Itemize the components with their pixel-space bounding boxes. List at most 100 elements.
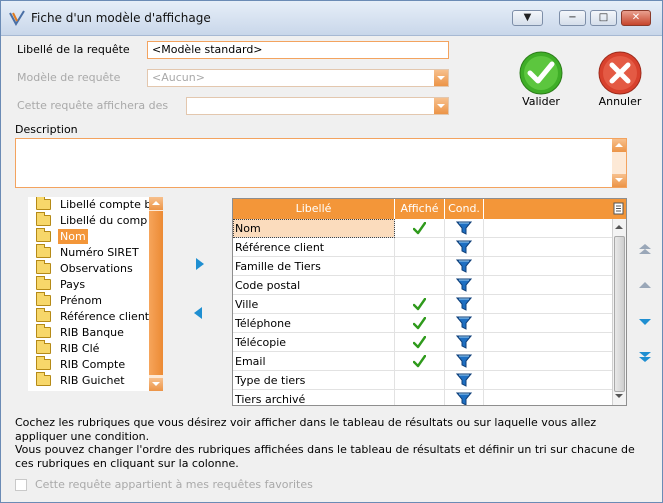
chevron-down-icon bbox=[434, 70, 448, 86]
cell-affiche[interactable] bbox=[395, 276, 445, 295]
minimize-icon: − bbox=[568, 12, 577, 23]
modele-select[interactable]: <Aucun> bbox=[147, 69, 449, 87]
table-row[interactable]: Code postal bbox=[233, 276, 612, 295]
folder-icon bbox=[36, 197, 51, 210]
cell-cond[interactable] bbox=[445, 333, 484, 352]
scroll-up-icon[interactable] bbox=[614, 221, 625, 234]
cell-libelle[interactable]: Email bbox=[233, 352, 395, 371]
scroll-up-icon[interactable] bbox=[149, 197, 163, 210]
move-bottom-icon[interactable] bbox=[638, 350, 652, 364]
cell-cond[interactable] bbox=[445, 295, 484, 314]
cell-cond[interactable] bbox=[445, 219, 484, 238]
cell-libelle[interactable]: Référence client bbox=[233, 238, 395, 257]
help-line-1: Cochez les rubriques que vous désirez vo… bbox=[15, 416, 597, 443]
cell-libelle[interactable]: Téléphone bbox=[233, 314, 395, 333]
table-row[interactable]: Téléphone bbox=[233, 314, 612, 333]
column-cond[interactable]: Cond. bbox=[445, 199, 484, 219]
cell-affiche[interactable] bbox=[395, 314, 445, 333]
tree-scroll-thumb[interactable] bbox=[149, 211, 163, 375]
cell-libelle[interactable]: Famille de Tiers bbox=[233, 257, 395, 276]
table-row[interactable]: Email bbox=[233, 352, 612, 371]
folder-icon bbox=[36, 276, 51, 290]
cell-libelle[interactable]: Télécopie bbox=[233, 333, 395, 352]
cell-empty bbox=[484, 238, 612, 257]
maximize-icon: □ bbox=[598, 12, 609, 23]
table-row[interactable]: Tiers archivé bbox=[233, 390, 612, 405]
checkmark-icon bbox=[519, 51, 563, 95]
scroll-down-icon[interactable] bbox=[612, 174, 626, 187]
selected-fields-grid: Libellé Affiché Cond. Nom Référence clien… bbox=[232, 198, 627, 406]
cell-cond[interactable] bbox=[445, 371, 484, 390]
favorite-checkbox[interactable] bbox=[15, 479, 27, 491]
tree-item-label: RIB Guichet bbox=[60, 374, 125, 387]
column-libelle[interactable]: Libellé bbox=[233, 199, 395, 219]
grid-scroll-thumb[interactable] bbox=[614, 236, 625, 392]
tree-scrollbar[interactable] bbox=[149, 197, 163, 391]
cell-cond[interactable] bbox=[445, 238, 484, 257]
move-down-icon[interactable] bbox=[638, 315, 652, 329]
scroll-up-icon[interactable] bbox=[612, 139, 626, 152]
cell-cond[interactable] bbox=[445, 314, 484, 333]
window-menu-button[interactable]: ▼ bbox=[512, 10, 543, 26]
title-bar[interactable]: Fiche d'un modèle d'affichage ▼ − □ ✕ bbox=[1, 1, 662, 36]
valider-button[interactable]: Valider bbox=[511, 51, 571, 111]
annuler-button[interactable]: Annuler bbox=[590, 51, 650, 111]
arrow-left-icon[interactable] bbox=[192, 306, 204, 320]
scroll-down-icon[interactable] bbox=[149, 378, 163, 391]
app-icon bbox=[9, 10, 25, 26]
description-scrollbar[interactable] bbox=[612, 139, 626, 187]
table-row[interactable]: Référence client bbox=[233, 238, 612, 257]
cell-empty bbox=[484, 276, 612, 295]
folder-icon bbox=[36, 244, 51, 258]
description-textarea[interactable] bbox=[15, 138, 627, 188]
cell-affiche[interactable] bbox=[395, 390, 445, 405]
cell-affiche[interactable] bbox=[395, 371, 445, 390]
affichera-label: Cette requête affichera des bbox=[17, 99, 169, 112]
tree-item-label: Numéro SIRET bbox=[60, 246, 139, 259]
grid-scrollbar[interactable] bbox=[612, 219, 626, 405]
folder-icon bbox=[36, 356, 51, 370]
arrow-right-icon[interactable] bbox=[194, 257, 206, 271]
cell-affiche[interactable] bbox=[395, 352, 445, 371]
maximize-button[interactable]: □ bbox=[590, 10, 617, 26]
move-up-icon[interactable] bbox=[638, 278, 652, 292]
modele-value: <Aucun> bbox=[152, 71, 205, 84]
cell-affiche[interactable] bbox=[395, 333, 445, 352]
column-affiche[interactable]: Affiché bbox=[395, 199, 445, 219]
cell-cond[interactable] bbox=[445, 390, 484, 405]
folder-icon bbox=[36, 340, 51, 354]
table-row[interactable]: Type de tiers bbox=[233, 371, 612, 390]
scroll-down-icon[interactable] bbox=[614, 390, 625, 403]
minimize-button[interactable]: − bbox=[559, 10, 586, 26]
cell-empty bbox=[484, 333, 612, 352]
table-row[interactable]: Télécopie bbox=[233, 333, 612, 352]
cell-affiche[interactable] bbox=[395, 219, 445, 238]
cell-affiche[interactable] bbox=[395, 238, 445, 257]
libelle-input[interactable]: <Modèle standard> bbox=[147, 41, 449, 59]
column-config-button[interactable] bbox=[612, 199, 626, 219]
cell-cond[interactable] bbox=[445, 257, 484, 276]
tree-item-label: Prénom bbox=[60, 294, 102, 307]
table-row[interactable]: Nom bbox=[233, 219, 612, 238]
cell-libelle[interactable]: Code postal bbox=[233, 276, 395, 295]
move-top-icon[interactable] bbox=[638, 243, 652, 257]
tree-item-label: Pays bbox=[60, 278, 86, 291]
help-line-2: Vous pouvez changer l'ordre des rubrique… bbox=[15, 443, 635, 470]
cell-libelle[interactable]: Nom bbox=[233, 219, 395, 238]
close-window-button[interactable]: ✕ bbox=[621, 10, 651, 26]
column-config-icon bbox=[613, 202, 624, 215]
cell-empty bbox=[484, 295, 612, 314]
cell-affiche[interactable] bbox=[395, 257, 445, 276]
cell-empty bbox=[484, 314, 612, 333]
cell-libelle[interactable]: Ville bbox=[233, 295, 395, 314]
cell-affiche[interactable] bbox=[395, 295, 445, 314]
query-template-window: Fiche d'un modèle d'affichage ▼ − □ ✕ Li… bbox=[0, 0, 663, 503]
cell-cond[interactable] bbox=[445, 276, 484, 295]
cell-cond[interactable] bbox=[445, 352, 484, 371]
cell-libelle[interactable]: Tiers archivé bbox=[233, 390, 395, 405]
affichera-select[interactable] bbox=[186, 97, 449, 115]
cell-libelle[interactable]: Type de tiers bbox=[233, 371, 395, 390]
table-row[interactable]: Ville bbox=[233, 295, 612, 314]
available-fields-tree[interactable]: Libellé compte b Libellé du comp Nom Numéro… bbox=[28, 197, 163, 391]
table-row[interactable]: Famille de Tiers bbox=[233, 257, 612, 276]
